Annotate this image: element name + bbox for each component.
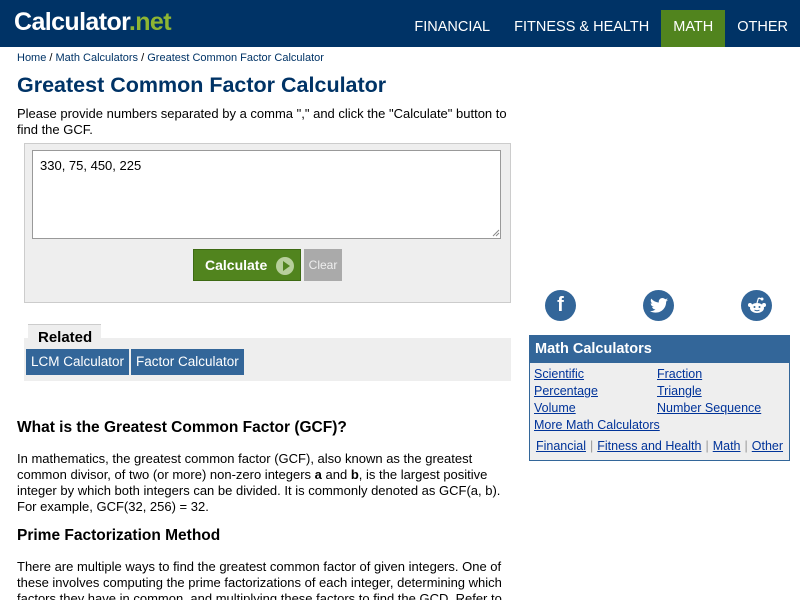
footer-separator: | <box>705 439 709 453</box>
calculator-panel: Calculate Clear <box>24 143 511 303</box>
logo-net-text: .net <box>128 8 172 36</box>
footer-link-other[interactable]: Other <box>752 439 783 453</box>
footer-link-math[interactable]: Math <box>713 439 741 453</box>
prime-factorization-paragraph: There are multiple ways to find the grea… <box>17 559 502 600</box>
site-logo[interactable]: Calculator.net <box>14 8 172 37</box>
nav-fitness-health[interactable]: FITNESS & HEALTH <box>502 10 661 47</box>
site-header: Calculator.net FINANCIAL FITNESS & HEALT… <box>0 0 800 47</box>
breadcrumb: Home / Math Calculators / Greatest Commo… <box>17 52 324 64</box>
twitter-bird-icon <box>649 298 668 313</box>
page-title: Greatest Common Factor Calculator <box>17 73 387 97</box>
related-section: Related LCM Calculator Factor Calculator <box>24 324 511 381</box>
sidebar-link-more-math[interactable]: More Math Calculators <box>534 418 660 432</box>
lcm-calculator-link[interactable]: LCM Calculator <box>26 349 130 375</box>
sidebar-link-scientific[interactable]: Scientific <box>534 367 584 381</box>
nav-other[interactable]: OTHER <box>725 10 800 47</box>
calculate-button-label: Calculate <box>205 257 268 273</box>
main-nav: FINANCIAL FITNESS & HEALTH MATH OTHER <box>402 10 800 47</box>
sidebar-footer-links: Financial | Fitness and Health | Math | Other <box>530 439 789 453</box>
nav-financial[interactable]: FINANCIAL <box>402 10 502 47</box>
breadcrumb-gcf[interactable]: Greatest Common Factor Calculator <box>147 52 324 64</box>
breadcrumb-separator: / <box>46 52 56 64</box>
resize-grip-icon[interactable] <box>491 228 500 237</box>
reddit-icon[interactable] <box>741 290 772 321</box>
play-arrow-icon <box>276 257 294 275</box>
twitter-icon[interactable] <box>643 290 674 321</box>
footer-separator: | <box>589 439 594 453</box>
calculate-button[interactable]: Calculate <box>193 249 301 281</box>
intro-text: Please provide numbers separated by a co… <box>17 106 507 137</box>
numbers-input[interactable] <box>32 150 501 239</box>
prime-factorization-heading: Prime Factorization Method <box>17 527 221 544</box>
facebook-icon[interactable]: f <box>545 290 576 321</box>
sidebar-link-volume[interactable]: Volume <box>534 401 576 415</box>
variable-b: b <box>350 467 359 482</box>
sidebar-link-number-sequence[interactable]: Number Sequence <box>657 401 761 415</box>
sidebar-link-fraction[interactable]: Fraction <box>657 367 702 381</box>
footer-separator: | <box>744 439 748 453</box>
math-calculators-title: Math Calculators <box>530 336 789 363</box>
reddit-alien-icon <box>747 296 766 313</box>
what-is-gcf-heading: What is the Greatest Common Factor (GCF)… <box>17 419 347 436</box>
clear-button[interactable]: Clear <box>304 249 342 281</box>
sidebar-link-percentage[interactable]: Percentage <box>534 384 598 398</box>
footer-link-fitness-health[interactable]: Fitness and Health <box>597 439 701 453</box>
breadcrumb-math-calculators[interactable]: Math Calculators <box>56 52 139 64</box>
logo-text: Calculator <box>14 8 129 36</box>
sidebar-link-triangle[interactable]: Triangle <box>657 384 702 398</box>
gcf-paragraph-and: and <box>321 467 351 482</box>
math-calculators-box: Math Calculators Scientific Percentage V… <box>529 335 790 461</box>
what-is-gcf-paragraph: In mathematics, the greatest common fact… <box>17 451 522 515</box>
footer-link-financial[interactable]: Financial <box>536 439 586 453</box>
breadcrumb-separator: / <box>138 52 148 64</box>
factor-calculator-link[interactable]: Factor Calculator <box>131 349 244 375</box>
facebook-glyph: f <box>557 294 564 316</box>
related-title: Related <box>38 329 93 346</box>
nav-math[interactable]: MATH <box>661 10 726 47</box>
breadcrumb-home[interactable]: Home <box>17 52 46 64</box>
variable-a: a <box>314 467 322 482</box>
